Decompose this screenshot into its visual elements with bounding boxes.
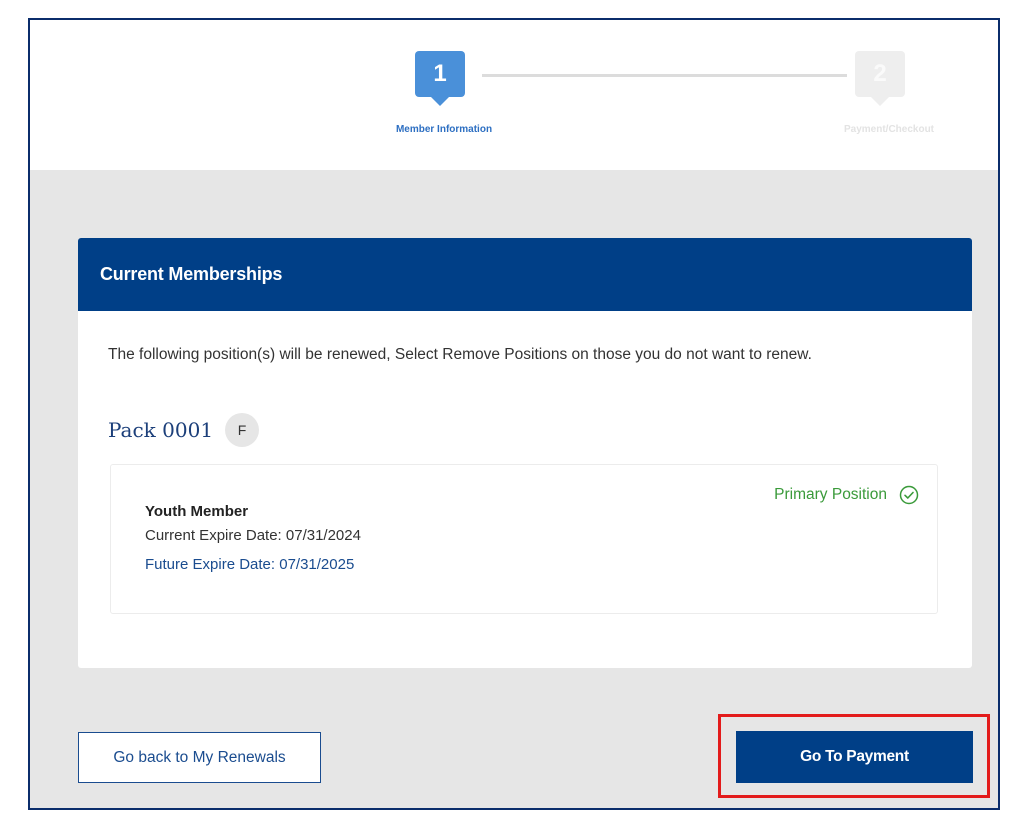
future-expire-date: Future Expire Date: 07/31/2025: [145, 556, 355, 573]
step-2-indicator: 2: [855, 51, 905, 106]
step-2-label: Payment/Checkout: [843, 124, 935, 135]
check-circle-icon: [899, 485, 919, 505]
progress-stepper: 1 2 Member Information Payment/Checkout: [30, 20, 998, 170]
unit-row: Pack 0001 F: [108, 413, 260, 447]
step-2-number: 2: [873, 60, 887, 87]
go-back-button[interactable]: Go back to My Renewals: [78, 732, 321, 783]
primary-position-indicator: Primary Position: [774, 485, 919, 505]
step-connector: [482, 74, 847, 77]
current-memberships-card: Current Memberships The following positi…: [78, 238, 972, 668]
unit-name: Pack 0001: [108, 418, 214, 442]
go-to-payment-button[interactable]: Go To Payment: [736, 731, 973, 783]
step-1-number: 1: [433, 60, 447, 87]
unit-badge: F: [225, 413, 260, 447]
step-1-label: Member Information: [395, 124, 493, 135]
renewal-instructions: The following position(s) will be renewe…: [108, 346, 812, 363]
renewal-page: 1 2 Member Information Payment/Checkout …: [28, 18, 1000, 810]
current-expire-date: Current Expire Date: 07/31/2024: [145, 527, 361, 544]
position-card: Primary Position Youth Member Current Ex…: [110, 464, 938, 614]
card-header: Current Memberships: [78, 238, 972, 311]
step-1-indicator: 1: [415, 51, 465, 106]
position-title: Youth Member: [145, 503, 249, 520]
primary-position-label: Primary Position: [774, 486, 887, 503]
